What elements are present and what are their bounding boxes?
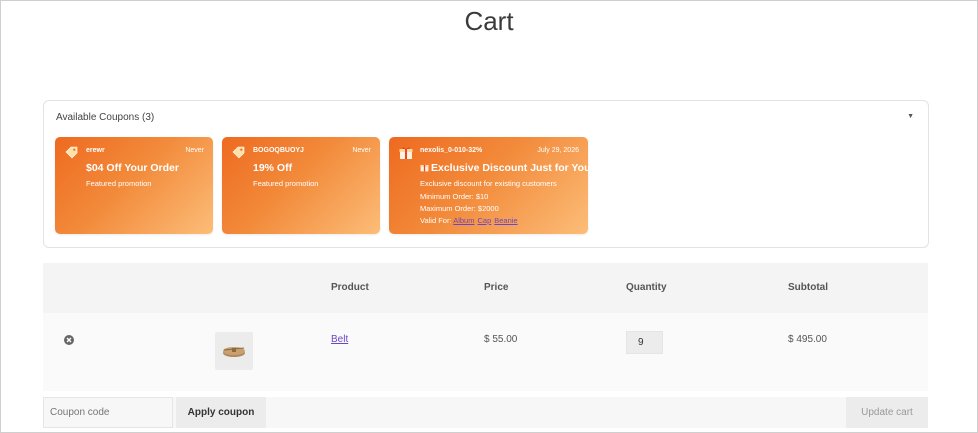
coupon-heading: 19% Off xyxy=(253,162,293,174)
coupon-expiry: July 29, 2026 xyxy=(537,147,579,154)
caret-down-icon[interactable]: ▼ xyxy=(907,113,914,120)
header-quantity: Quantity xyxy=(626,282,667,293)
coupon-valid-for: Valid For: Album Cap Beanie xyxy=(420,216,521,225)
coupon-description: Featured promotion xyxy=(253,179,319,188)
valid-product-link[interactable]: Album xyxy=(453,216,474,225)
coupon-code-input[interactable] xyxy=(43,397,173,428)
page-title: Cart xyxy=(464,6,514,36)
coupons-title[interactable]: Available Coupons (3) xyxy=(56,112,154,123)
cart-table-header: Product Price Quantity Subtotal xyxy=(43,263,928,313)
gift-icon xyxy=(420,163,429,172)
update-cart-button[interactable]: Update cart xyxy=(846,397,928,428)
tag-icon xyxy=(65,146,79,160)
item-subtotal: $ 495.00 xyxy=(788,334,827,345)
coupon-code: nexolis_0-010-32% xyxy=(420,147,483,154)
gift-icon xyxy=(399,146,413,160)
coupon-code: erewr xyxy=(86,147,105,154)
table-row: Belt $ 55.00 9 $ 495.00 xyxy=(43,313,928,391)
coupon-card[interactable]: nexolis_0-010-32% July 29, 2026 Exclusiv… xyxy=(389,137,594,234)
coupon-expiry: Never xyxy=(185,147,204,154)
remove-item-icon[interactable] xyxy=(64,335,74,345)
valid-for-label: Valid For: xyxy=(420,216,452,225)
product-link[interactable]: Belt xyxy=(331,334,348,345)
product-thumbnail[interactable] xyxy=(215,332,253,370)
coupon-card[interactable]: BOGOQBUOYJ Never 19% Off Featured promot… xyxy=(222,137,380,234)
coupon-max-order: Maximum Order: $2000 xyxy=(420,204,499,213)
header-subtotal: Subtotal xyxy=(788,282,828,293)
coupon-expiry: Never xyxy=(352,147,371,154)
header-product: Product xyxy=(331,282,369,293)
valid-product-link[interactable]: Cap xyxy=(477,216,491,225)
coupon-heading-text: Exclusive Discount Just for You! xyxy=(431,162,594,174)
apply-coupon-button[interactable]: Apply coupon xyxy=(176,397,266,428)
cart-actions: Apply coupon Update cart xyxy=(43,397,928,428)
quantity-input[interactable]: 9 xyxy=(626,331,663,354)
coupon-heading: Exclusive Discount Just for You! xyxy=(420,162,594,174)
item-price: $ 55.00 xyxy=(484,334,518,345)
valid-product-link[interactable]: Beanie xyxy=(494,216,517,225)
coupon-description: Exclusive discount for existing customer… xyxy=(420,179,557,188)
coupon-code: BOGOQBUOYJ xyxy=(253,147,304,154)
header-price: Price xyxy=(484,282,509,293)
coupon-min-order: Minimum Order: $10 xyxy=(420,192,489,201)
tag-icon xyxy=(232,146,246,160)
available-coupons-panel: Available Coupons (3) ▼ erewr Never $04 … xyxy=(43,100,929,248)
coupon-card[interactable]: erewr Never $04 Off Your Order Featured … xyxy=(55,137,213,234)
coupon-description: Featured promotion xyxy=(86,179,152,188)
coupon-heading: $04 Off Your Order xyxy=(86,162,179,174)
